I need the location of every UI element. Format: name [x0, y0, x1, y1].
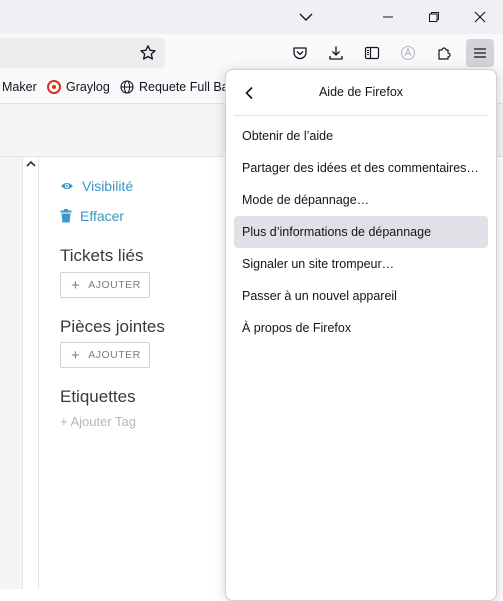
menu-item-label: Plus d’informations de dépannage — [242, 225, 432, 239]
collapse-button[interactable] — [24, 157, 38, 171]
add-linked-ticket-button[interactable]: + AJOUTER — [60, 272, 150, 298]
menu-item-get-help[interactable]: Obtenir de l’aide — [234, 120, 488, 152]
extensions-icon — [438, 47, 451, 60]
star-icon — [140, 45, 156, 60]
minimize-button[interactable] — [365, 0, 411, 34]
pocket-button[interactable] — [286, 39, 314, 67]
linked-tickets-title: Tickets liés — [60, 246, 144, 265]
minimize-icon — [383, 16, 393, 18]
menu-item-label: Passer à un nouvel appareil — [242, 289, 397, 303]
panel-separator — [234, 115, 488, 116]
graylog-icon — [47, 80, 61, 94]
add-label: AJOUTER — [88, 279, 141, 291]
restore-icon — [429, 12, 439, 22]
pocket-icon — [293, 47, 307, 60]
sidebar-button[interactable] — [358, 39, 386, 67]
downloads-icon — [329, 46, 343, 60]
add-attachment-button[interactable]: + AJOUTER — [60, 342, 150, 368]
plus-icon: + — [71, 346, 81, 364]
menu-item-about-firefox[interactable]: À propos de Firefox — [234, 312, 488, 344]
bookmark-label: Graylog — [66, 80, 110, 94]
panel-title: Aide de Firefox — [318, 85, 404, 99]
restore-button[interactable] — [411, 0, 457, 34]
trash-icon — [60, 209, 72, 223]
page-left-gutter — [0, 157, 23, 589]
bookmark-label: Requete Full Bas — [139, 80, 235, 94]
chevron-up-icon — [26, 160, 36, 167]
downloads-button[interactable] — [322, 39, 350, 67]
delete-label: Effacer — [80, 208, 125, 224]
nav-toolbar — [0, 34, 503, 72]
menu-item-label: Obtenir de l’aide — [242, 129, 334, 143]
title-bar — [0, 0, 503, 34]
eye-icon — [60, 181, 74, 191]
menu-item-share-ideas[interactable]: Partager des idées et des commentaires… — [234, 152, 488, 184]
list-all-tabs-button[interactable] — [283, 0, 329, 34]
bookmark-requete[interactable]: Requete Full Bas — [120, 80, 235, 94]
bookmark-graylog[interactable]: Graylog — [47, 80, 110, 94]
menu-item-report-deceptive-site[interactable]: Signaler un site trompeur… — [234, 248, 488, 280]
add-label: AJOUTER — [88, 349, 141, 361]
menu-item-switch-device[interactable]: Passer à un nouvel appareil — [234, 280, 488, 312]
globe-icon — [120, 80, 134, 94]
panel-header: Aide de Firefox — [226, 70, 496, 115]
menu-item-label: Signaler un site trompeur… — [242, 257, 395, 271]
add-tag-link[interactable]: + Ajouter Tag — [60, 414, 136, 429]
visibility-link[interactable]: Visibilité — [60, 178, 133, 194]
chevron-down-icon — [299, 13, 313, 21]
translate-icon — [400, 45, 416, 61]
extensions-button[interactable] — [430, 39, 458, 67]
sidebar-icon — [364, 46, 380, 60]
menu-item-troubleshoot-mode[interactable]: Mode de dépannage… — [234, 184, 488, 216]
close-icon — [474, 11, 486, 23]
close-window-button[interactable] — [457, 0, 503, 34]
bookmark-maker[interactable]: Maker — [2, 80, 37, 94]
app-menu-button[interactable] — [466, 39, 494, 67]
menu-item-label: Mode de dépannage… — [242, 193, 370, 207]
bookmark-star-button[interactable] — [137, 43, 159, 63]
url-bar[interactable] — [0, 38, 165, 68]
help-menu-panel: Aide de Firefox Obtenir de l’aide Partag… — [225, 69, 497, 601]
divider — [38, 157, 39, 589]
menu-icon — [474, 48, 486, 58]
bookmark-label: Maker — [2, 80, 37, 94]
menu-item-label: À propos de Firefox — [242, 321, 352, 335]
menu-item-label: Partager des idées et des commentaires… — [242, 161, 479, 175]
plus-icon: + — [71, 276, 81, 294]
delete-link[interactable]: Effacer — [60, 208, 124, 224]
labels-title: Etiquettes — [60, 387, 136, 406]
menu-item-more-troubleshooting[interactable]: Plus d’informations de dépannage — [234, 216, 488, 248]
visibility-label: Visibilité — [82, 178, 134, 194]
attachments-title: Pièces jointes — [60, 317, 165, 336]
translate-button[interactable] — [394, 39, 422, 67]
